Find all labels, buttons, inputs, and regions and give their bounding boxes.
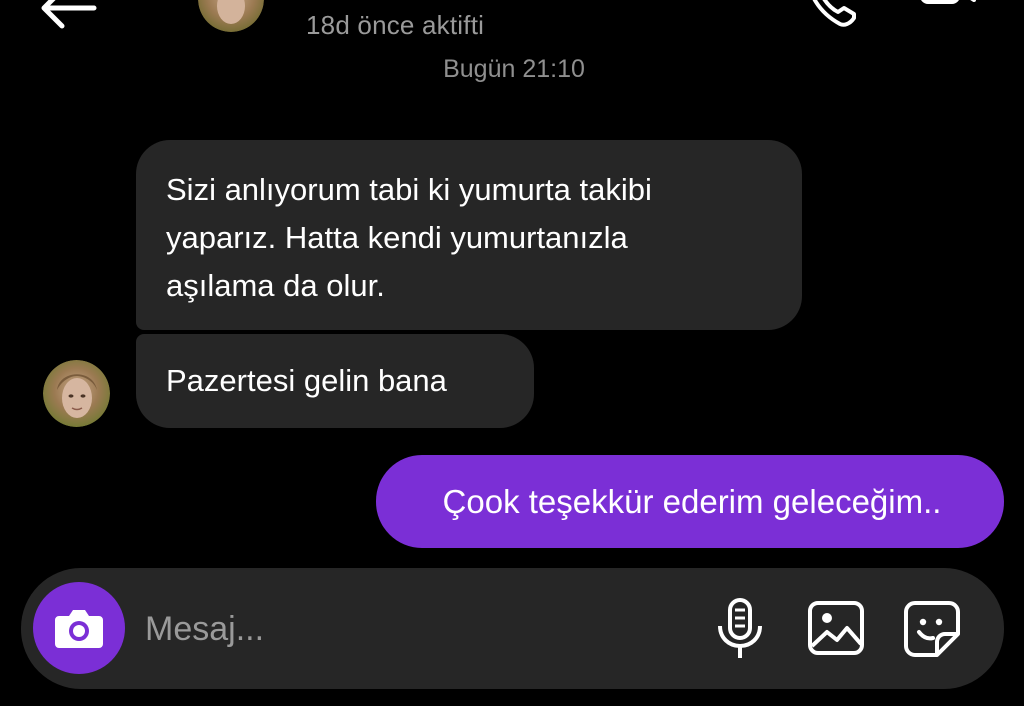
sticker-icon	[904, 601, 960, 657]
chat-header: 18d önce aktifti	[0, 0, 1024, 60]
microphone-icon	[718, 598, 762, 658]
back-button[interactable]	[36, 0, 100, 30]
voice-message-button[interactable]	[713, 598, 767, 662]
outgoing-message-bubble[interactable]: Çook teşekkür ederim geleceğim..	[376, 455, 1004, 548]
message-timestamp: Bugün 21:10	[0, 58, 1024, 82]
camera-icon	[55, 610, 103, 648]
last-active-status: 18d önce aktifti	[306, 10, 485, 40]
incoming-message-bubble[interactable]: Sizi anlıyorum tabi ki yumurta takibi ya…	[136, 140, 802, 330]
sender-photo	[43, 360, 110, 427]
incoming-message-bubble[interactable]: Pazertesi gelin bana	[136, 334, 534, 428]
gallery-button[interactable]	[805, 598, 867, 658]
phone-icon	[812, 0, 856, 27]
contact-photo	[198, 0, 264, 32]
video-camera-icon	[921, 0, 976, 4]
image-icon	[808, 601, 864, 655]
chat-screen: 18d önce aktifti Bugün 21:10 Sizi anlıyo…	[0, 0, 1024, 706]
message-input[interactable]	[145, 602, 685, 656]
message-composer	[21, 568, 1004, 689]
camera-button[interactable]	[33, 582, 125, 674]
voice-call-button[interactable]	[800, 0, 860, 30]
video-call-button[interactable]	[912, 0, 982, 28]
sticker-button[interactable]	[901, 598, 963, 660]
arrow-left-icon	[41, 0, 97, 29]
sender-avatar[interactable]	[43, 360, 110, 427]
contact-avatar[interactable]	[198, 0, 264, 32]
timestamp-text: Bugün 21:10	[443, 58, 585, 82]
